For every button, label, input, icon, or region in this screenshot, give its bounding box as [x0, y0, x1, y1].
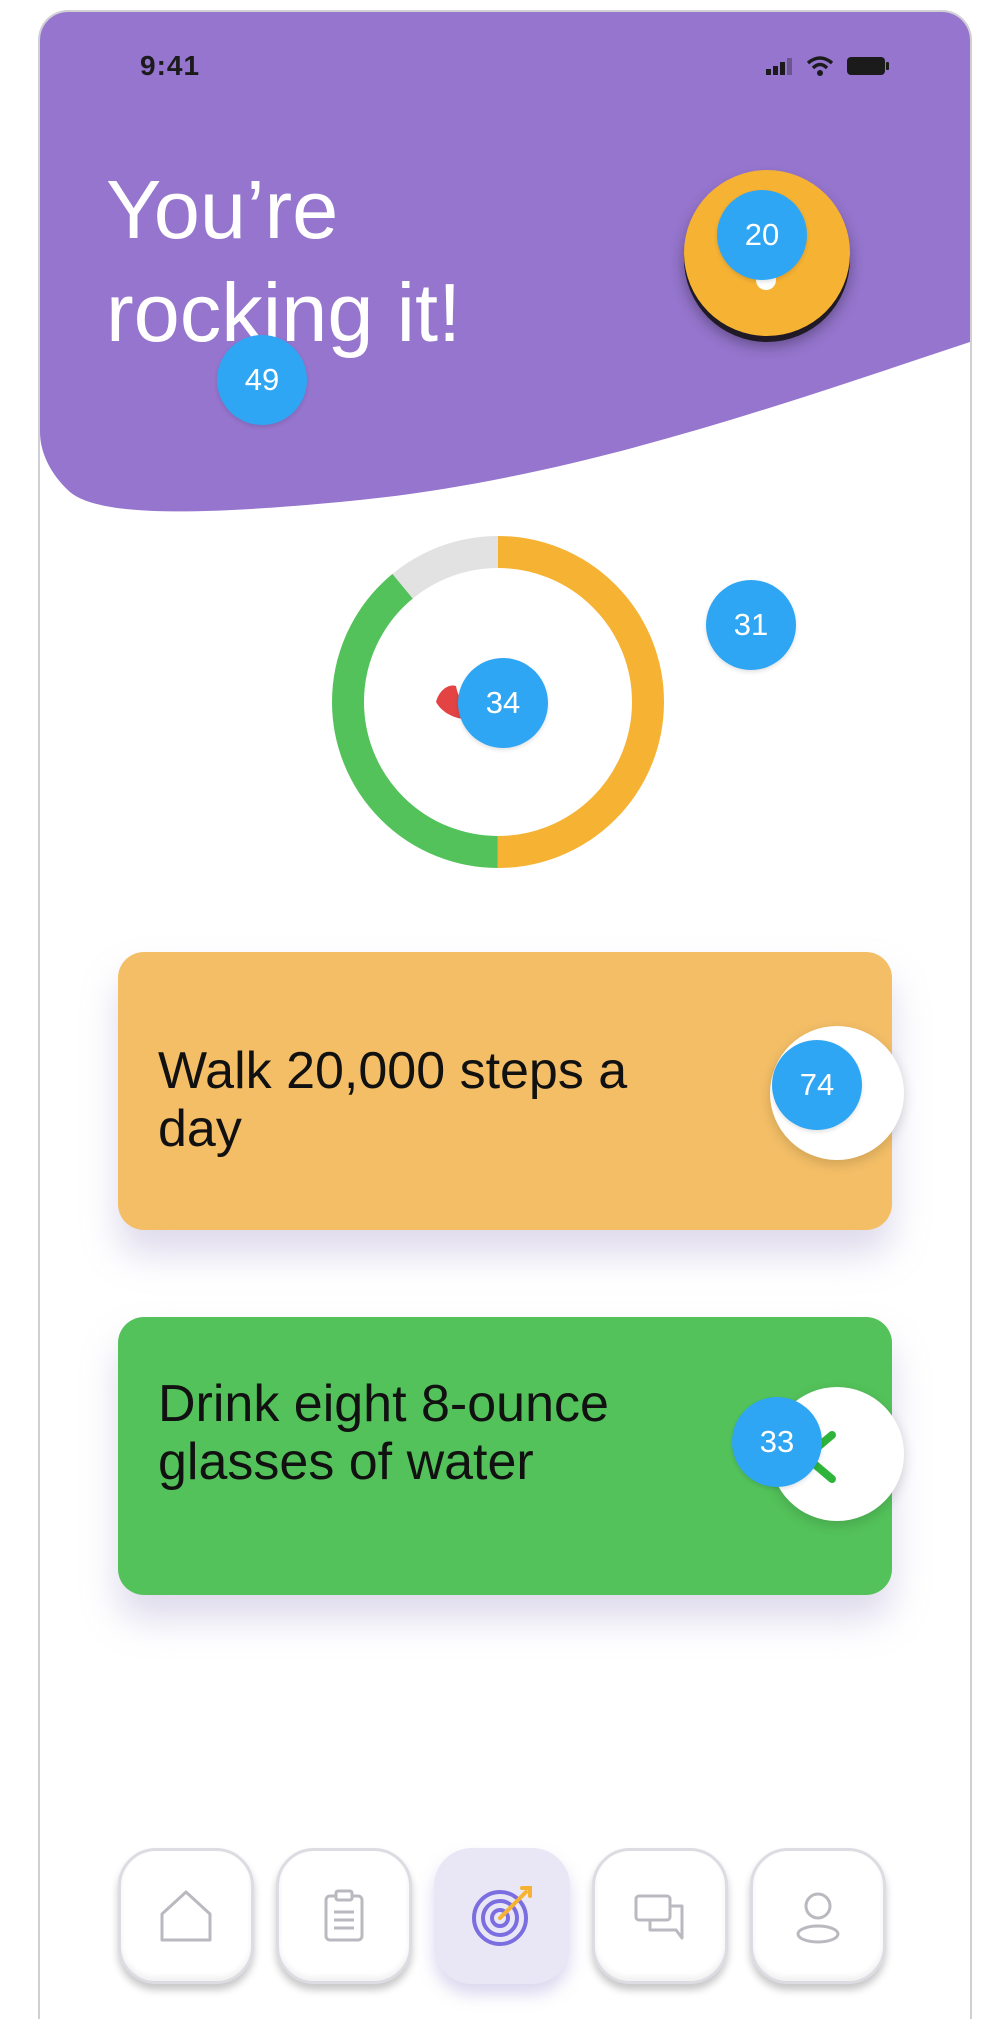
status-time: 9:41	[140, 50, 201, 81]
wifi-icon	[806, 56, 834, 76]
ring-center-badge: 34	[458, 658, 548, 748]
home-icon	[160, 1890, 212, 1942]
nav-goals[interactable]	[434, 1848, 570, 1984]
cellular-signal-icon	[766, 58, 792, 75]
goal-label: Walk 20,000 steps a day	[158, 1042, 628, 1158]
ring-side-badge: 31	[706, 580, 796, 670]
target-icon	[472, 1886, 532, 1946]
phone-screen: 9:41 You’re rocking it! 20 49 31 34 Walk…	[38, 10, 972, 2019]
goal-card-water[interactable]: Drink eight 8-ounce glasses of water 33	[118, 1317, 904, 1595]
battery-icon	[847, 57, 889, 75]
bottom-nav	[118, 1848, 898, 1984]
nav-profile[interactable]	[750, 1848, 886, 1984]
status-icons	[766, 56, 890, 76]
walk-toggle-badge: 74	[772, 1040, 862, 1130]
nav-messages[interactable]	[592, 1848, 728, 1984]
chat-icon	[634, 1894, 684, 1940]
avatar-badge: 20	[717, 190, 807, 280]
goal-card-walk[interactable]: Walk 20,000 steps a day 74	[118, 952, 904, 1230]
headline: You’re rocking it!	[106, 163, 462, 359]
goal-label: Drink eight 8-ounce glasses of water	[158, 1375, 609, 1491]
headline-badge: 49	[217, 335, 307, 425]
nav-home[interactable]	[118, 1848, 254, 1984]
water-toggle-badge: 33	[732, 1397, 822, 1487]
clipboard-icon	[324, 1889, 364, 1942]
profile-icon	[796, 1892, 840, 1944]
nav-tasks[interactable]	[276, 1848, 412, 1984]
